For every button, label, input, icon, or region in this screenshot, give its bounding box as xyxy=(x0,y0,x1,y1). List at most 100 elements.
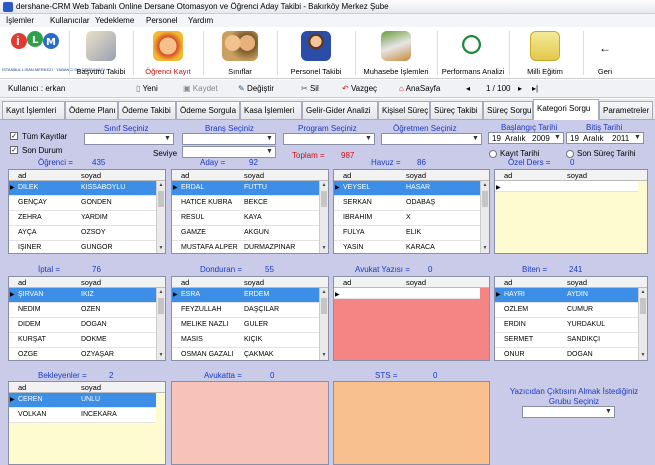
ogrenci-kayit-button[interactable]: Öğrenci Kayıt xyxy=(136,29,200,78)
personel-takibi-button[interactable]: Personel Takibi xyxy=(280,29,352,78)
muhasebe-islemleri-button[interactable]: Muhasebe İşlemleri xyxy=(358,29,434,78)
tab-surec-sorgu[interactable]: Süreç Sorgu xyxy=(483,101,533,119)
scroll-down-icon[interactable]: ▼ xyxy=(157,244,165,253)
brans-select[interactable]: ▼ xyxy=(182,133,276,145)
table-row[interactable]: MUSTAFA ALPER DURMAZPINAR xyxy=(172,241,319,253)
tab-kategori-sorgu[interactable]: Kategori Sorgu xyxy=(533,99,599,120)
table-row[interactable]: OSMAN GAZALİ ÇAKMAK xyxy=(172,348,319,360)
scroll-thumb[interactable] xyxy=(482,191,488,207)
avukat-yazisi-grid[interactable]: ad soyad ▶ xyxy=(333,276,490,361)
table-row[interactable]: ▶ ŞIRVAN İKİZ xyxy=(9,288,156,303)
scroll-up-icon[interactable]: ▲ xyxy=(639,288,647,297)
avukatta-panel[interactable] xyxy=(171,381,329,465)
vertical-scrollbar[interactable]: ▲ ▼ xyxy=(638,288,647,360)
table-row[interactable]: ▶ DİLEK KISSABOYLU xyxy=(9,181,156,196)
bekleyenler-grid[interactable]: ad soyad ▶ CEREN ÜNLÜ VOLKAN İNCEKARA xyxy=(8,381,166,465)
havuz-grid[interactable]: ad soyad ▶ VEYSEL HASAR SERKAN ODABAŞ İBRAHİM X F… xyxy=(333,169,490,254)
tab-odeme-sorgula[interactable]: Ödeme Sorgula xyxy=(176,101,240,119)
ozel-ders-grid[interactable]: ad soyad ▶ xyxy=(494,169,648,254)
vazgec-button[interactable]: ↶ Vazgeç xyxy=(342,84,377,93)
geri-button[interactable]: ← Geri xyxy=(588,29,622,78)
col-ad-header[interactable]: ad xyxy=(18,383,26,392)
table-row[interactable]: FEYZULLAH DAŞÇILAR xyxy=(172,303,319,318)
baslangic-date-picker[interactable]: 19 Aralık 2009 ▼ xyxy=(488,132,564,144)
table-row[interactable]: FULYA ELİK xyxy=(334,226,480,241)
col-soyad-header[interactable]: soyad xyxy=(81,171,101,180)
col-ad-header[interactable]: ad xyxy=(343,171,351,180)
degistir-button[interactable]: ✎ Değiştir xyxy=(238,84,274,93)
sts-panel[interactable] xyxy=(333,381,490,465)
table-row[interactable]: ÖZLEM CUMUR xyxy=(495,303,638,318)
tab-gelir-gider-analizi[interactable]: Gelir-Gider Analizi xyxy=(302,101,378,119)
son-durum-checkbox[interactable]: ✓ xyxy=(10,146,18,154)
table-row[interactable]: İBRAHİM X xyxy=(334,211,480,226)
scroll-down-icon[interactable]: ▼ xyxy=(481,244,489,253)
col-soyad-header[interactable]: soyad xyxy=(406,171,426,180)
scroll-up-icon[interactable]: ▲ xyxy=(481,181,489,190)
biten-grid[interactable]: ad soyad ▶ HAYRİ AYDIN ÖZLEM CUMUR ERDİN YURDAKU… xyxy=(494,276,648,361)
siniflar-button[interactable]: Sınıflar xyxy=(206,29,274,78)
bitis-date-picker[interactable]: 19 Aralık 2011 ▼ xyxy=(566,132,644,144)
table-row[interactable]: HATİCE KÜBRA BEKCE xyxy=(172,196,319,211)
vertical-scrollbar[interactable]: ▲ ▼ xyxy=(156,288,165,360)
col-ad-header[interactable]: ad xyxy=(181,278,189,287)
table-row[interactable]: ERDİN YURDAKUL xyxy=(495,318,638,333)
table-row[interactable]: SERKAN ODABAŞ xyxy=(334,196,480,211)
col-ad-header[interactable]: ad xyxy=(504,278,512,287)
aday-grid[interactable]: ad soyad ▶ ERDAL FUTTU HATİCE KÜBRA BEKCE RESUL… xyxy=(171,169,329,254)
anasayfa-button[interactable]: ⌂ AnaSayfa xyxy=(399,84,440,93)
table-row[interactable]: ▶ ESRA ERDEM xyxy=(172,288,319,303)
menu-islemler[interactable]: İşlemler xyxy=(6,16,34,25)
menu-kullanicilar[interactable]: Kullanıcılar xyxy=(50,16,90,25)
ogrenci-grid[interactable]: ad soyad ▶ DİLEK KISSABOYLU GENÇAY GÖNDEN ZEHRA… xyxy=(8,169,166,254)
last-record-button[interactable]: ▸| xyxy=(532,84,538,93)
table-row[interactable]: GENÇAY GÖNDEN xyxy=(9,196,156,211)
scroll-down-icon[interactable]: ▼ xyxy=(157,351,165,360)
ogretmen-select[interactable]: ▼ xyxy=(381,133,482,145)
table-row[interactable]: ▶ ERDAL FUTTU xyxy=(172,181,319,196)
yeni-button[interactable]: ▯ Yeni xyxy=(136,84,158,93)
scroll-up-icon[interactable]: ▲ xyxy=(320,181,328,190)
table-row[interactable]: KÜRŞAT DÖKME xyxy=(9,333,156,348)
col-ad-header[interactable]: ad xyxy=(18,171,26,180)
sil-button[interactable]: ✂ Sil xyxy=(301,84,319,93)
table-row[interactable]: DİDEM DOĞAN xyxy=(9,318,156,333)
scroll-thumb[interactable] xyxy=(321,298,327,314)
col-soyad-header[interactable]: soyad xyxy=(567,171,587,180)
table-row[interactable]: ▶ HAYRİ AYDIN xyxy=(495,288,638,303)
scroll-down-icon[interactable]: ▼ xyxy=(320,351,328,360)
donduran-grid[interactable]: ad soyad ▶ ESRA ERDEM FEYZULLAH DAŞÇILAR MELİKE… xyxy=(171,276,329,361)
tab-kayit-islemleri[interactable]: Kayıt İşlemleri xyxy=(2,101,65,119)
menu-personel[interactable]: Personel xyxy=(146,16,178,25)
col-soyad-header[interactable]: soyad xyxy=(81,383,101,392)
col-ad-header[interactable]: ad xyxy=(181,171,189,180)
col-soyad-header[interactable]: soyad xyxy=(81,278,101,287)
table-row[interactable]: AYÇA ÖZSOY xyxy=(9,226,156,241)
seviye-select[interactable]: ▼ xyxy=(182,146,276,158)
table-row[interactable]: NEDİM ÖZEN xyxy=(9,303,156,318)
kaydet-button[interactable]: ▣ Kaydet xyxy=(183,84,218,93)
col-soyad-header[interactable]: soyad xyxy=(244,171,264,180)
table-row[interactable]: MASIS KIÇIK xyxy=(172,333,319,348)
performans-analizi-button[interactable]: Performans Analizi xyxy=(440,29,506,78)
table-row[interactable]: VOLKAN İNCEKARA xyxy=(9,408,156,423)
son-surec-radio[interactable] xyxy=(566,150,574,158)
menu-yardim[interactable]: Yardım xyxy=(188,16,213,25)
table-row[interactable]: IŞINER GÜNGÖR xyxy=(9,241,156,253)
table-row[interactable]: YASİN KARACA xyxy=(334,241,480,253)
col-soyad-header[interactable]: soyad xyxy=(406,278,426,287)
table-row[interactable]: ▶ xyxy=(334,288,480,299)
vertical-scrollbar[interactable]: ▲ ▼ xyxy=(156,181,165,253)
kayit-tarihi-radio[interactable] xyxy=(489,150,497,158)
col-soyad-header[interactable]: soyad xyxy=(244,278,264,287)
col-ad-header[interactable]: ad xyxy=(18,278,26,287)
table-row[interactable]: ONUR DOĞAN xyxy=(495,348,638,360)
scroll-up-icon[interactable]: ▲ xyxy=(320,288,328,297)
menu-yedekleme[interactable]: Yedekleme xyxy=(95,16,134,25)
table-row[interactable]: MELİKE NAZLI GÜLER xyxy=(172,318,319,333)
basvuru-takibi-button[interactable]: Başvuru Takibi xyxy=(72,29,130,78)
tab-odeme-takibi[interactable]: Ödeme Takibi xyxy=(118,101,176,119)
iptal-grid[interactable]: ad soyad ▶ ŞIRVAN İKİZ NEDİM ÖZEN DİDEM DOĞAN KÜR… xyxy=(8,276,166,361)
milli-egitim-button[interactable]: Milli Eğitim xyxy=(512,29,578,78)
scroll-up-icon[interactable]: ▲ xyxy=(157,288,165,297)
